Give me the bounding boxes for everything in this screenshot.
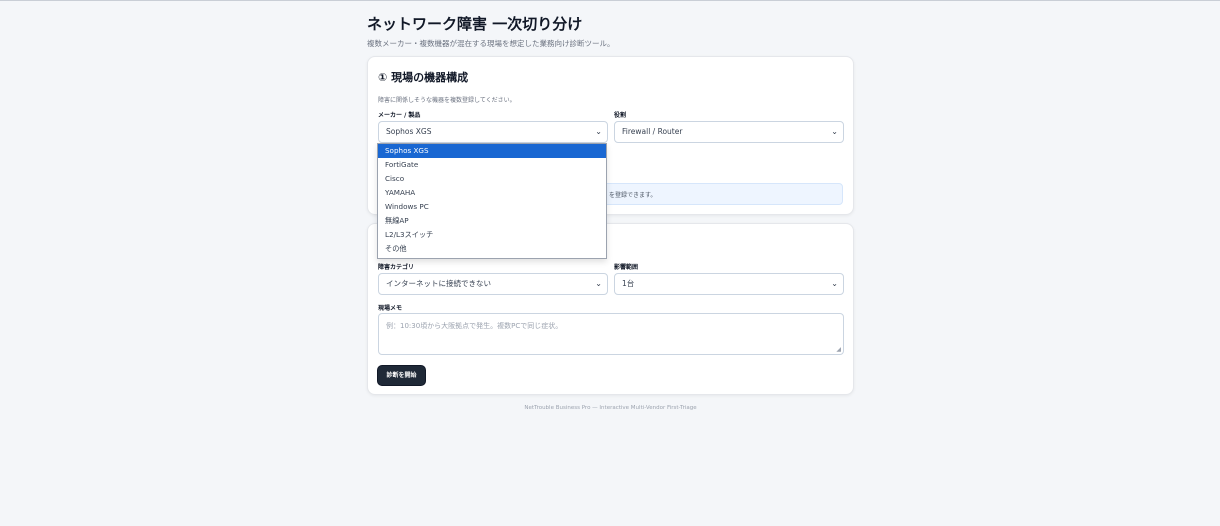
- dropdown-option[interactable]: Windows PC: [378, 200, 606, 214]
- category-select[interactable]: インターネットに接続できない ⌄: [378, 273, 608, 295]
- scope-label: 影響範囲: [614, 264, 639, 271]
- page-subtitle: 複数メーカー・複数機器が混在する現場を想定した業務向け診断ツール。: [367, 39, 615, 48]
- vendor-select-value: Sophos XGS: [386, 127, 432, 136]
- page-title: ネットワーク障害 一次切り分け: [367, 15, 583, 33]
- category-label: 障害カテゴリ: [378, 264, 415, 271]
- equipment-heading: ① 現場の機器構成: [378, 71, 469, 84]
- chevron-down-icon: ⌄: [831, 127, 838, 136]
- footer-text: NetTrouble Business Pro — Interactive Mu…: [524, 405, 697, 411]
- memo-placeholder: 例：10:30頃から大阪拠点で発生。複数PCで同じ症状。: [386, 322, 563, 330]
- chevron-down-icon: ⌄: [831, 279, 838, 288]
- dropdown-option[interactable]: FortiGate: [378, 158, 606, 172]
- category-select-value: インターネットに接続できない: [386, 279, 491, 288]
- resize-grip-icon[interactable]: ◢: [836, 346, 841, 353]
- dropdown-option[interactable]: YAMAHA: [378, 186, 606, 200]
- vendor-select[interactable]: Sophos XGS ⌄: [378, 121, 608, 143]
- chevron-down-icon: ⌄: [595, 127, 602, 136]
- dropdown-option[interactable]: L2/L3スイッチ: [378, 228, 606, 242]
- chevron-down-icon: ⌄: [595, 279, 602, 288]
- info-text: を登録できます。: [609, 192, 657, 199]
- dropdown-option[interactable]: 無線AP: [378, 214, 606, 228]
- memo-textarea[interactable]: 例：10:30頃から大阪拠点で発生。複数PCで同じ症状。 ◢: [378, 313, 844, 355]
- memo-label: 現場メモ: [378, 305, 403, 312]
- vendor-label: メーカー / 製品: [378, 112, 421, 119]
- scope-select-value: 1台: [622, 279, 635, 288]
- scope-select[interactable]: 1台 ⌄: [614, 273, 844, 295]
- role-select-value: Firewall / Router: [622, 127, 683, 136]
- role-select[interactable]: Firewall / Router ⌄: [614, 121, 844, 143]
- vendor-dropdown-list: Sophos XGS FortiGate Cisco YAMAHA Window…: [377, 143, 607, 259]
- equipment-hint: 障害に関係しそうな機器を複数登録してください。: [378, 97, 516, 104]
- dropdown-option[interactable]: Cisco: [378, 172, 606, 186]
- dropdown-option[interactable]: Sophos XGS: [378, 144, 606, 158]
- dropdown-option[interactable]: その他: [378, 242, 606, 256]
- role-label: 役割: [614, 112, 627, 119]
- start-diagnosis-button[interactable]: 診断を開始: [378, 366, 425, 385]
